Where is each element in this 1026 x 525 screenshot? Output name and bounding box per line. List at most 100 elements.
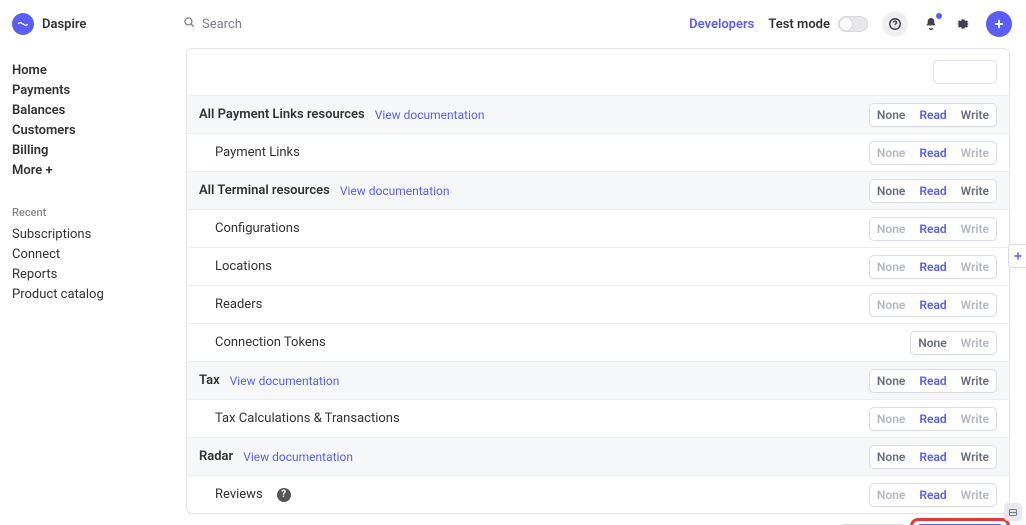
segment-read[interactable]: Read [912,408,953,430]
create-button[interactable] [986,11,1012,37]
sidebar-item-home[interactable]: Home [12,63,170,78]
help-button[interactable] [882,11,908,37]
global-search[interactable]: Search [182,15,689,33]
perm-group-row: All Terminal resources View documentation… [187,171,1009,209]
segment-none[interactable]: None [870,256,912,278]
segment-read[interactable]: Read [912,370,953,392]
permission-segmented[interactable]: NoneReadWrite [869,369,997,393]
sidebar-item-balances[interactable]: Balances [12,103,170,118]
view-documentation-link[interactable]: View documentation [340,184,450,198]
perm-label: Tax [199,373,220,388]
perm-group-row: Tax View documentation NoneReadWrite [187,361,1009,399]
permission-segmented[interactable]: NoneReadWrite [869,179,997,203]
sidebar-item-payments[interactable]: Payments [12,83,170,98]
perm-child-row: Readers NoneReadWrite [187,285,1009,323]
perm-label: Locations [215,259,272,274]
segment-write[interactable]: Write [954,256,996,278]
search-icon [182,15,196,33]
app-header: Daspire Search Developers Test mode [0,0,1026,48]
segment-none[interactable]: None [870,142,912,164]
segment-read[interactable]: Read [912,484,953,506]
partial-segmented-icon [933,60,997,84]
perm-label: Configurations [215,221,300,236]
segment-read[interactable]: Read [912,218,953,240]
segment-read[interactable]: Read [912,104,953,126]
sidebar: Home Payments Balances Customers Billing More… [0,48,170,525]
perm-label: Tax Calculations & Transactions [215,411,400,426]
segment-read[interactable]: Read [912,142,953,164]
brand-block[interactable]: Daspire [12,13,182,35]
developers-link[interactable]: Developers [689,17,754,32]
perm-label: Payment Links [215,145,300,160]
perm-label: All Payment Links resources [199,107,365,122]
sidebar-recent-reports[interactable]: Reports [12,267,170,282]
permission-segmented[interactable]: NoneReadWrite [869,255,997,279]
permission-segmented[interactable]: NoneReadWrite [869,103,997,127]
content-area: Home Payments Balances Customers Billing More… [0,48,1026,525]
permission-segmented[interactable]: NoneReadWrite [869,483,997,507]
perm-child-row: Locations NoneReadWrite [187,247,1009,285]
test-mode-toggle-group: Test mode [768,16,868,32]
segment-read[interactable]: Read [912,256,953,278]
sidebar-recent-subscriptions[interactable]: Subscriptions [12,227,170,242]
sidebar-item-billing[interactable]: Billing [12,143,170,158]
segment-write[interactable]: Write [954,408,996,430]
perm-label: Radar [199,449,233,464]
search-placeholder: Search [202,17,242,32]
segment-write[interactable]: Write [954,142,996,164]
segment-none[interactable]: None [870,370,912,392]
segment-none[interactable]: None [870,294,912,316]
view-documentation-link[interactable]: View documentation [375,108,485,122]
brand-name: Daspire [42,17,86,32]
segment-write[interactable]: Write [954,370,996,392]
permission-segmented[interactable]: NoneWrite [910,331,997,355]
permission-segmented[interactable]: NoneReadWrite [869,445,997,469]
perm-group-row: All Payment Links resources View document… [187,95,1009,133]
segment-read[interactable]: Read [912,180,953,202]
notifications-button[interactable] [922,15,940,33]
segment-write[interactable]: Write [954,104,996,126]
segment-none[interactable]: None [870,408,912,430]
perm-label: Connection Tokens [215,335,326,350]
segment-write[interactable]: Write [954,446,996,468]
help-icon[interactable]: ? [277,488,291,502]
segment-none[interactable]: None [870,104,912,126]
segment-write[interactable]: Write [954,218,996,240]
partial-row-top [187,49,1009,95]
segment-write[interactable]: Write [954,484,996,506]
perm-child-row: Payment Links NoneReadWrite [187,133,1009,171]
sidebar-recent-title: Recent [12,206,170,219]
perm-label: Reviews [215,487,263,502]
test-mode-toggle[interactable] [838,16,868,32]
segment-write[interactable]: Write [954,294,996,316]
sidebar-recent-connect[interactable]: Connect [12,247,170,262]
permission-segmented[interactable]: NoneReadWrite [869,217,997,241]
settings-button[interactable] [954,15,972,33]
side-expand-button[interactable] [1008,244,1026,268]
header-actions: Developers Test mode [689,11,1012,37]
corner-widget-icon[interactable] [1004,503,1022,521]
segment-read[interactable]: Read [912,294,953,316]
sidebar-recent-product-catalog[interactable]: Product catalog [12,287,170,302]
segment-none[interactable]: None [870,180,912,202]
permission-segmented[interactable]: NoneReadWrite [869,407,997,431]
segment-none[interactable]: None [870,484,912,506]
footer-actions: Cancel Create key [186,514,1010,525]
permission-segmented[interactable]: NoneReadWrite [869,141,997,165]
sidebar-item-more[interactable]: More [12,163,170,178]
segment-none[interactable]: None [870,218,912,240]
view-documentation-link[interactable]: View documentation [230,374,340,388]
notification-dot-icon [936,13,942,19]
segment-none[interactable]: None [911,332,953,354]
brand-logo-icon [12,13,34,35]
perm-label: Readers [215,297,262,312]
view-documentation-link[interactable]: View documentation [243,450,353,464]
sidebar-item-customers[interactable]: Customers [12,123,170,138]
main-area: All Payment Links resources View document… [170,48,1026,525]
segment-write[interactable]: Write [954,332,996,354]
perm-label: All Terminal resources [199,183,330,198]
segment-read[interactable]: Read [912,446,953,468]
permission-segmented[interactable]: NoneReadWrite [869,293,997,317]
segment-write[interactable]: Write [954,180,996,202]
segment-none[interactable]: None [870,446,912,468]
